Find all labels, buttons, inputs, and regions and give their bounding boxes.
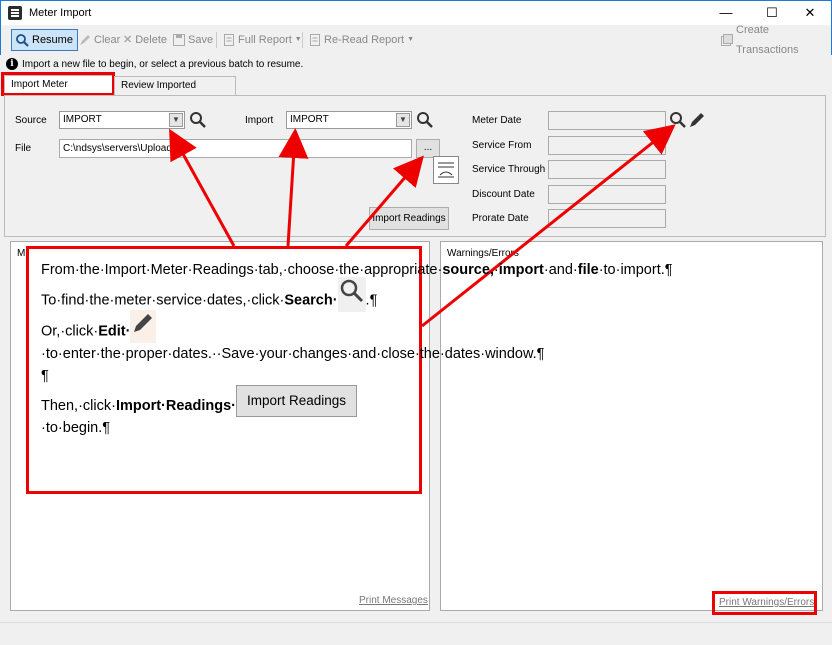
callout-bold: file — [577, 262, 599, 278]
arrow-to-import — [278, 128, 309, 247]
callout-bold: Edit· — [98, 323, 131, 340]
callout-bold: Import·Readings· — [115, 398, 236, 414]
callout-text: ·to·import.¶ — [598, 262, 673, 278]
instruction-callout: From·the·Import·Meter·Readings·tab,·choo… — [26, 246, 673, 494]
callout-step-4: Then,·click·Import·Readings· Import Readi… — [41, 385, 407, 439]
search-icon — [337, 277, 366, 312]
callout-text: From·the·Import·Meter·Readings·tab,·choo… — [41, 262, 443, 278]
callout-pilcrow: ¶ — [41, 368, 49, 384]
status-bar — [0, 622, 832, 645]
callout-text: ·to·enter·the·proper·dates.··Save·your·c… — [41, 346, 545, 362]
arrow-to-file-browse — [344, 155, 424, 247]
callout-text: To·find·the·meter·service·dates,·click· — [41, 292, 285, 309]
callout-text: ·and· — [543, 262, 578, 278]
callout-bold: import — [498, 262, 544, 278]
callout-text: Or,·click· — [41, 323, 99, 340]
callout-step-3: Or,·click·Edit· ·to·enter·the·proper·date… — [41, 310, 544, 365]
import-readings-button-illustration: Import Readings — [235, 385, 358, 418]
callout-text: Then,·click· — [41, 398, 116, 414]
arrow-to-source — [169, 128, 236, 247]
callout-text: .¶ — [365, 292, 378, 309]
callout-step-2: To·find·the·meter·service·dates,·click·S… — [41, 277, 407, 312]
callout-bold: source, — [442, 262, 494, 278]
arrow-to-search-edit — [421, 124, 676, 328]
pencil-icon — [130, 310, 157, 343]
callout-bold: Search· — [284, 292, 338, 309]
callout-text: ·to·begin.¶ — [41, 420, 111, 437]
